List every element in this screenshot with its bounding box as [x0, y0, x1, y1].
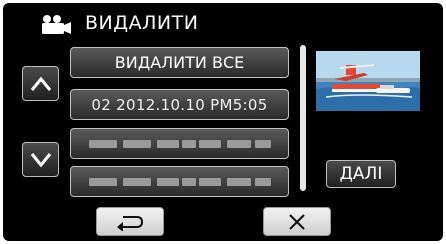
delete-all-label: ВИДАЛИТИ ВСЕ [114, 53, 245, 72]
next-button-label: ДАЛІ [339, 164, 383, 184]
chevron-up-icon [30, 76, 51, 91]
back-button[interactable] [96, 207, 164, 236]
video-thumbnail [316, 51, 420, 111]
delete-screen: ВИДАЛИТИ ВИДАЛИТИ ВСЕ 02 2012.10.10 PM5:… [3, 3, 443, 241]
next-button[interactable]: ДАЛІ [326, 160, 396, 188]
return-arrow-icon [117, 215, 144, 231]
chevron-down-icon [30, 152, 51, 167]
scrollbar[interactable] [300, 45, 306, 191]
scroll-down-button[interactable] [22, 142, 59, 177]
close-icon [289, 213, 305, 230]
delete-all-button[interactable]: ВИДАЛИТИ ВСЕ [70, 47, 289, 78]
close-button[interactable] [263, 207, 331, 236]
header: ВИДАЛИТИ [3, 3, 443, 43]
placeholder-dots [88, 139, 271, 148]
scroll-up-button[interactable] [22, 66, 59, 101]
page-title: ВИДАЛИТИ [85, 12, 199, 34]
list-item-label: 02 2012.10.10 PM5:05 [91, 95, 268, 114]
camcorder-icon [42, 15, 71, 34]
list-item-placeholder [70, 166, 289, 197]
list-item[interactable]: 02 2012.10.10 PM5:05 [70, 89, 289, 120]
placeholder-dots [88, 177, 271, 186]
list-item-placeholder [70, 128, 289, 159]
